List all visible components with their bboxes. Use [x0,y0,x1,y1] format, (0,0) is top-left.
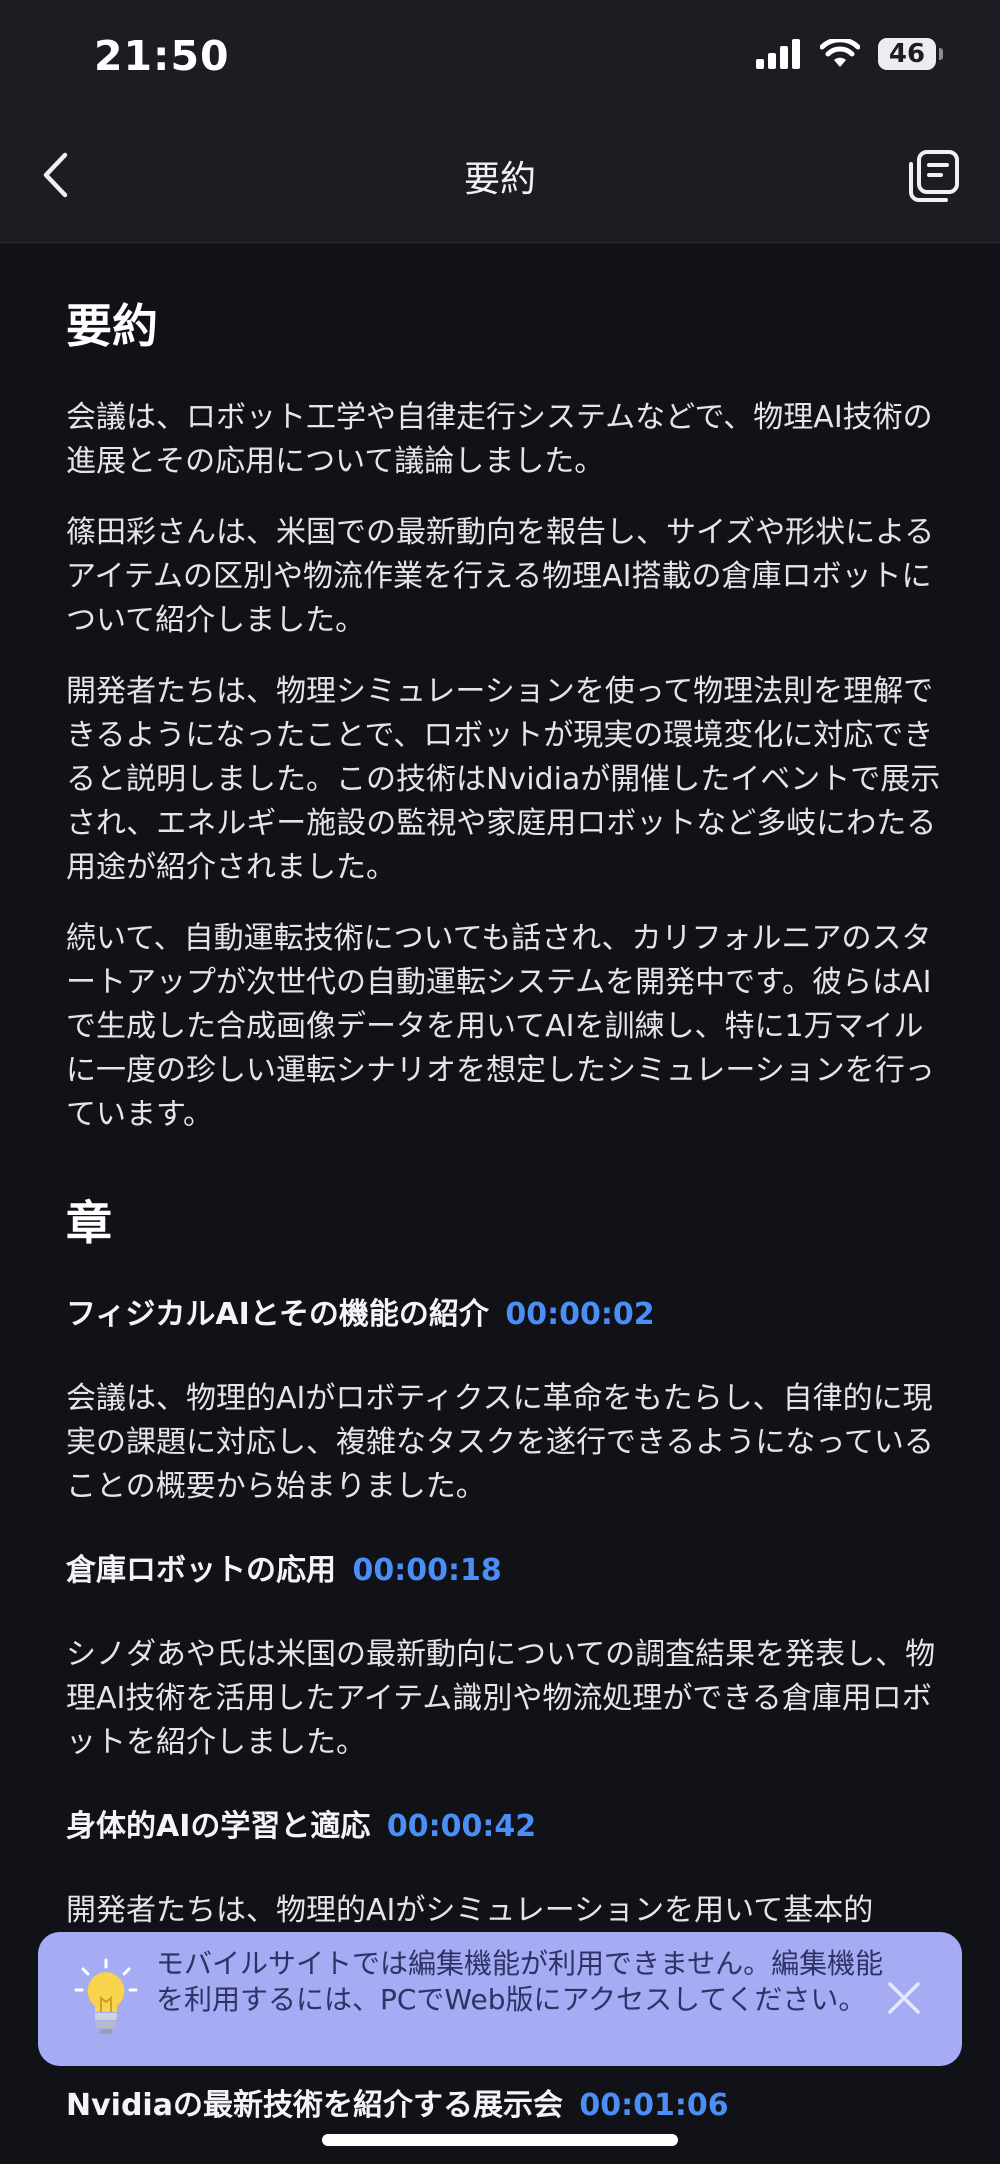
wifi-icon [820,39,860,67]
chapter-timestamp-link[interactable]: 00:00:42 [387,1809,536,1844]
header: 21:50 46 要約 [0,0,1000,243]
chapter-title-text: 身体的AIの学習と適応 [66,1809,371,1844]
battery-icon: 46 [878,38,943,70]
summary-paragraph: 続いて、自動運転技術についても話され、カリフォルニアのスタートアップが次世代の自… [66,921,935,1132]
chapter-title: フィジカルAIとその機能の紹介 00:00:02 [66,1293,946,1337]
chapter-title-text: フィジカルAIとその機能の紹介 [66,1297,489,1332]
summary-content: 要約 会議は、ロボット工学や自律走行システムなどで、物理AI技術の進展とその応用… [66,290,946,1973]
status-time: 21:50 [94,32,230,80]
transcript-button[interactable] [906,148,962,204]
chapter-body: シノダあや氏は米国の最新動向についての調査結果を発表し、物理AI技術を活用したア… [66,1637,936,1760]
edit-unavailable-toast: モバイルサイトでは編集機能が利用できません。編集機能を利用するには、PCでWeb… [38,1932,962,2066]
summary-paragraph: 会議は、ロボット工学や自律走行システムなどで、物理AI技術の進展とその応用につい… [66,400,933,479]
page-title: 要約 [463,159,536,200]
summary-paragraph: 開発者たちは、物理シミュレーションを使って物理法則を理解できるようになったことで… [66,674,941,885]
chapter-title: 身体的AIの学習と適応 00:00:42 [66,1805,946,1849]
chapter-title-text: Nvidiaの最新技術を紹介する展示会 [66,2088,563,2123]
home-indicator[interactable] [322,2134,678,2146]
transcript-icon [909,150,959,202]
chapter-body: 開発者たちは、物理的AIがシミュレーションを用いて基本的 [66,1893,874,1928]
chapter-timestamp-link[interactable]: 00:00:02 [505,1297,654,1332]
chapter-body: 会議は、物理的AIがロボティクスに革命をもたらし、自律的に現実の課題に対応し、複… [66,1381,934,1504]
chapter-title: Nvidiaの最新技術を紹介する展示会 00:01:06 [66,2080,729,2124]
chapter-title: 倉庫ロボットの応用 00:00:18 [66,1549,946,1593]
summary-heading: 要約 [66,299,158,353]
status-icons: 46 [756,38,943,70]
chapters-heading: 章 [66,1196,112,1250]
summary-paragraph: 篠田彩さんは、米国での最新動向を報告し、サイズや形状によるアイテムの区別や物流作… [66,515,935,638]
signal-icon [756,39,800,69]
chapter-title-text: 倉庫ロボットの応用 [66,1553,336,1588]
toast-message: モバイルサイトでは編集機能が利用できません。編集機能を利用するには、PCでWeb… [156,1947,884,2016]
chapter-timestamp-link[interactable]: 00:00:18 [352,1553,501,1588]
lightbulb-icon [74,1958,138,2034]
chapter-timestamp-link[interactable]: 00:01:06 [579,2088,728,2123]
screen: 21:50 46 要約 要約 会議は、ロボット工学や自律走行システムなどで、物理… [0,0,1000,2164]
close-icon[interactable] [884,1978,924,2018]
